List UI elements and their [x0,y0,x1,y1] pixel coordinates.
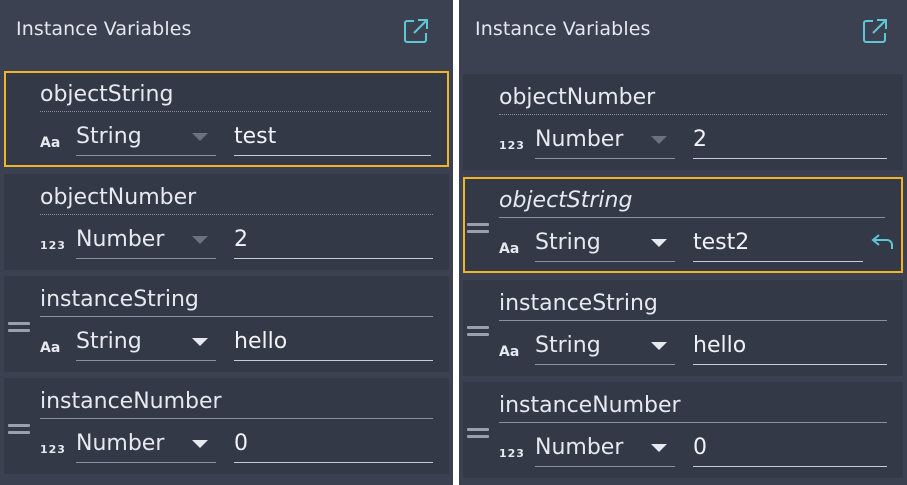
variable-row-objectNumber[interactable]: objectNumber 123 Number 2 [463,74,903,170]
chevron-down-icon [651,136,667,144]
value-input[interactable]: 2 [693,122,887,159]
external-link-icon[interactable] [402,17,430,45]
panel-header: Instance Variables [0,0,453,62]
external-link-icon[interactable] [861,17,889,45]
type-dropdown[interactable]: Number [535,122,675,159]
number-type-icon: 123 [499,447,525,460]
number-type-icon: 123 [40,239,66,252]
variable-row-instanceString[interactable]: instanceString Aa String hello [4,276,449,372]
value-input[interactable]: hello [693,328,887,365]
panel-header: Instance Variables [459,0,907,62]
type-dropdown[interactable]: Number [76,222,216,259]
type-dropdown[interactable]: String [76,119,216,156]
variable-name[interactable]: objectString [499,185,885,218]
type-label: String [76,329,142,354]
chevron-down-icon [192,236,208,244]
type-label: Number [535,127,624,152]
type-dropdown[interactable]: String [535,328,675,365]
drag-handle-icon[interactable] [8,424,30,434]
variable-name[interactable]: objectString [40,79,431,112]
chevron-down-icon [651,239,667,247]
variable-row-objectString[interactable]: objectString Aa String test2 [463,177,903,273]
value-input[interactable]: test2 [693,225,863,262]
variable-name[interactable]: objectNumber [499,82,887,115]
value-input[interactable]: 0 [693,430,887,467]
chevron-down-icon [192,338,208,346]
variable-name[interactable]: objectNumber [40,182,433,215]
panel-title: Instance Variables [16,18,192,40]
drag-handle-icon[interactable] [467,326,489,336]
instance-variables-panel-left: Instance Variables objectString Aa Strin… [0,0,453,485]
panel-title: Instance Variables [475,18,651,40]
value-input[interactable]: test [234,119,431,156]
drag-handle-icon[interactable] [467,223,489,233]
string-type-icon: Aa [40,135,61,151]
type-dropdown[interactable]: String [535,225,675,262]
chevron-down-icon [651,444,667,452]
type-label: String [535,333,601,358]
chevron-down-icon [192,133,208,141]
variable-row-objectString[interactable]: objectString Aa String test [4,71,449,167]
type-label: String [76,124,142,149]
type-label: Number [76,431,165,456]
undo-arrow-icon[interactable] [869,229,897,253]
type-dropdown[interactable]: String [76,324,216,361]
chevron-down-icon [651,342,667,350]
value-input[interactable]: hello [234,324,433,361]
type-label: Number [535,435,624,460]
variable-row-objectNumber[interactable]: objectNumber 123 Number 2 [4,174,449,270]
value-input[interactable]: 2 [234,222,433,259]
variable-name[interactable]: instanceNumber [499,390,887,423]
variable-row-instanceNumber[interactable]: instanceNumber 123 Number 0 [463,382,903,478]
type-dropdown[interactable]: Number [535,430,675,467]
number-type-icon: 123 [499,139,525,152]
variable-name[interactable]: instanceNumber [40,386,433,419]
string-type-icon: Aa [40,340,61,356]
string-type-icon: Aa [499,344,520,360]
drag-handle-icon[interactable] [8,322,30,332]
variable-row-instanceNumber[interactable]: instanceNumber 123 Number 0 [4,378,449,474]
drag-handle-icon[interactable] [467,428,489,438]
number-type-icon: 123 [40,443,66,456]
type-label: Number [76,227,165,252]
chevron-down-icon [192,440,208,448]
type-dropdown[interactable]: Number [76,426,216,463]
value-input[interactable]: 0 [234,426,433,463]
variable-name[interactable]: instanceString [499,288,887,321]
string-type-icon: Aa [499,241,520,257]
variable-row-instanceString[interactable]: instanceString Aa String hello [463,280,903,376]
variable-name[interactable]: instanceString [40,284,433,317]
type-label: String [535,230,601,255]
instance-variables-panel-right: Instance Variables objectNumber 123 Numb… [459,0,907,485]
